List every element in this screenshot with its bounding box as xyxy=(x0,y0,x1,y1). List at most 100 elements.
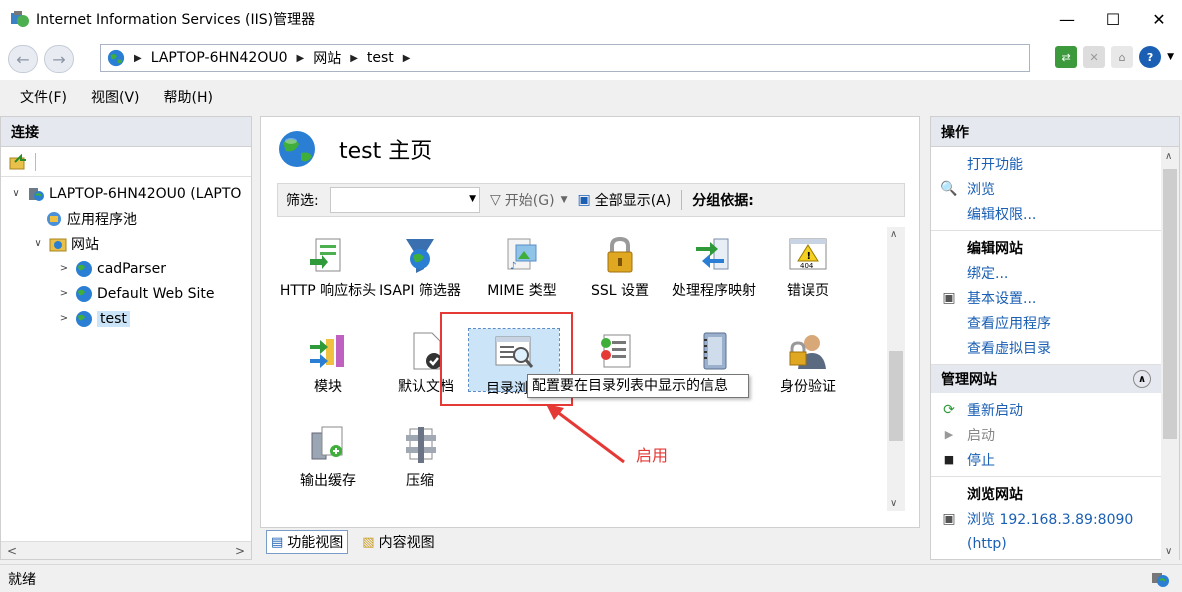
output-caching-icon xyxy=(311,426,343,460)
website-globe-icon xyxy=(76,310,92,327)
tree-node-cadparser[interactable]: > cadParser xyxy=(1,256,251,281)
feature-modules[interactable]: 模块 xyxy=(279,331,377,397)
tree-node-app-pools[interactable]: 应用程序池 xyxy=(1,206,251,231)
feature-http-response-headers[interactable]: HTTP 响应标头 xyxy=(279,235,377,301)
forward-button[interactable]: → xyxy=(44,45,74,73)
chevron-right-icon[interactable]: > xyxy=(235,544,245,558)
action-stop[interactable]: ■ 停止 xyxy=(931,447,1161,472)
action-browse-protocol[interactable]: (http) xyxy=(931,531,1161,556)
chevron-down-icon[interactable]: ▼ xyxy=(561,195,568,205)
action-browse-url[interactable]: ▣ 浏览 192.168.3.89:8090 xyxy=(931,506,1161,531)
chevron-left-icon[interactable]: < xyxy=(7,544,17,558)
action-label: 浏览 192.168.3.89:8090 xyxy=(967,511,1134,528)
chevron-down-icon[interactable]: ∨ xyxy=(31,238,45,249)
action-view-applications[interactable]: 查看应用程序 xyxy=(931,310,1161,335)
chevron-down-icon[interactable]: ▼ xyxy=(469,194,476,204)
scroll-thumb[interactable] xyxy=(1163,169,1177,439)
feature-isapi-filters[interactable]: ISAPI 筛选器 xyxy=(371,235,469,301)
filter-input[interactable]: ▼ xyxy=(330,187,480,213)
tree-node-sites[interactable]: ∨ 网站 xyxy=(1,231,251,256)
address-bar: ← → ▶ LAPTOP-6HN42OU0 ▶ 网站 ▶ test ▶ ⇄ ✕ … xyxy=(0,38,1182,80)
feature-output-caching[interactable]: 输出缓存 xyxy=(279,425,377,491)
action-open-feature[interactable]: 打开功能 xyxy=(931,151,1161,176)
chevron-up-icon[interactable]: ∧ xyxy=(1165,151,1172,162)
feature-error-pages[interactable]: ! 404 错误页 xyxy=(759,235,857,301)
tab-features-view[interactable]: ▤ 功能视图 xyxy=(266,530,349,554)
start-filter-button[interactable]: ▽ 开始(G) xyxy=(490,190,555,210)
tree-node-test[interactable]: > test xyxy=(1,306,251,331)
breadcrumb-sites[interactable]: 网站 xyxy=(313,48,341,68)
chevron-down-icon[interactable]: ∨ xyxy=(890,498,897,509)
feature-label: 模块 xyxy=(314,379,342,395)
menu-help[interactable]: 帮助(H) xyxy=(152,87,225,107)
tree-sites-label: 网站 xyxy=(71,236,99,253)
connections-hscrollbar[interactable]: < > xyxy=(1,541,251,559)
feature-mime-types[interactable]: ♪ MIME 类型 xyxy=(473,235,571,301)
connections-panel: 连接 ∨ LAPTOP-6HN42OU0 (LAPTO 应用程序池 ∨ 网站 >… xyxy=(0,116,252,560)
logging-icon xyxy=(601,334,631,368)
actions-panel: 操作 打开功能 🔍 浏览 编辑权限... 编辑网站 绑定... ▣ 基本设置... … xyxy=(930,116,1180,561)
chevron-right-icon[interactable]: > xyxy=(57,263,71,274)
tree-node-default-web-site[interactable]: > Default Web Site xyxy=(1,281,251,306)
action-view-virtual-directories[interactable]: 查看虚拟目录 xyxy=(931,335,1161,360)
breadcrumb-test[interactable]: test xyxy=(367,50,394,66)
svg-text:♪: ♪ xyxy=(510,261,516,272)
chevron-up-icon[interactable]: ∧ xyxy=(890,229,897,240)
action-spacer xyxy=(939,339,959,357)
action-label: 查看应用程序 xyxy=(967,315,1051,332)
action-explore[interactable]: 🔍 浏览 xyxy=(931,176,1161,201)
maximize-button[interactable]: ☐ xyxy=(1090,0,1136,38)
feature-logging[interactable] xyxy=(567,331,665,377)
tree-node-server[interactable]: ∨ LAPTOP-6HN42OU0 (LAPTO xyxy=(1,181,251,206)
breadcrumb-server[interactable]: LAPTOP-6HN42OU0 xyxy=(151,50,288,66)
scroll-thumb[interactable] xyxy=(889,351,903,441)
feature-handler-mappings[interactable]: 处理程序映射 xyxy=(665,235,763,301)
close-button[interactable]: ✕ xyxy=(1136,0,1182,38)
status-text: 就绪 xyxy=(8,571,36,588)
browse-site-title: 浏览网站 xyxy=(967,486,1023,503)
show-all-button[interactable]: ▣ 全部显示(A) xyxy=(577,190,671,210)
action-restart[interactable]: ⟳ 重新启动 xyxy=(931,397,1161,422)
action-bindings[interactable]: 绑定... xyxy=(931,260,1161,285)
feature-compression[interactable]: 压缩 xyxy=(371,425,469,491)
action-label: 打开功能 xyxy=(967,156,1023,173)
content-view-icon: ▧ xyxy=(362,534,375,550)
help-icon[interactable]: ? xyxy=(1139,46,1162,68)
show-all-icon: ▣ xyxy=(577,192,591,208)
menu-file[interactable]: 文件(F) xyxy=(8,87,79,107)
back-button[interactable]: ← xyxy=(8,45,38,73)
stop-icon[interactable]: ✕ xyxy=(1083,46,1106,68)
connect-icon[interactable] xyxy=(9,153,29,171)
menu-view[interactable]: 视图(V) xyxy=(79,87,152,107)
features-vscrollbar[interactable]: ∧ ∨ xyxy=(887,227,905,511)
tab-label: 功能视图 xyxy=(287,535,344,551)
actions-vscrollbar[interactable]: ∧ ∨ xyxy=(1161,147,1179,561)
arrow-right-icon: → xyxy=(52,49,66,69)
tree-site-label: cadParser xyxy=(97,260,166,277)
feature-label: 错误页 xyxy=(787,283,829,299)
feature-authentication[interactable]: 身份验证 xyxy=(759,331,857,397)
chevron-down-icon[interactable]: ▼ xyxy=(1167,52,1174,62)
action-start[interactable]: ▶ 启动 xyxy=(931,422,1161,447)
settings-window-icon: ▣ xyxy=(942,289,956,306)
action-edit-permissions[interactable]: 编辑权限... xyxy=(931,201,1161,226)
chevron-down-icon[interactable]: ∨ xyxy=(9,188,23,199)
breadcrumb[interactable]: ▶ LAPTOP-6HN42OU0 ▶ 网站 ▶ test ▶ xyxy=(100,44,1030,72)
chevron-up-icon[interactable]: ∧ xyxy=(1133,370,1151,388)
http-response-headers-icon xyxy=(310,238,341,272)
chevron-right-icon[interactable]: > xyxy=(57,288,71,299)
tab-content-view[interactable]: ▧ 内容视图 xyxy=(358,530,438,554)
connections-toolbar xyxy=(1,147,251,177)
chevron-right-icon[interactable]: > xyxy=(57,313,71,324)
feature-ssl-settings[interactable]: SSL 设置 xyxy=(571,235,669,301)
toolbar-divider xyxy=(35,152,36,171)
chevron-down-icon[interactable]: ∨ xyxy=(1165,546,1172,557)
action-basic-settings[interactable]: ▣ 基本设置... xyxy=(931,285,1161,310)
minimize-button[interactable]: — xyxy=(1044,0,1090,38)
refresh-icon[interactable]: ⇄ xyxy=(1055,46,1078,68)
feature-request-filtering[interactable] xyxy=(665,331,763,377)
home-icon[interactable]: ⌂ xyxy=(1111,46,1134,68)
group-by-label[interactable]: 分组依据: xyxy=(692,190,754,210)
manage-site-header[interactable]: 管理网站 ∧ xyxy=(931,365,1161,393)
title-bar: Internet Information Services (IIS)管理器 —… xyxy=(0,0,1182,38)
